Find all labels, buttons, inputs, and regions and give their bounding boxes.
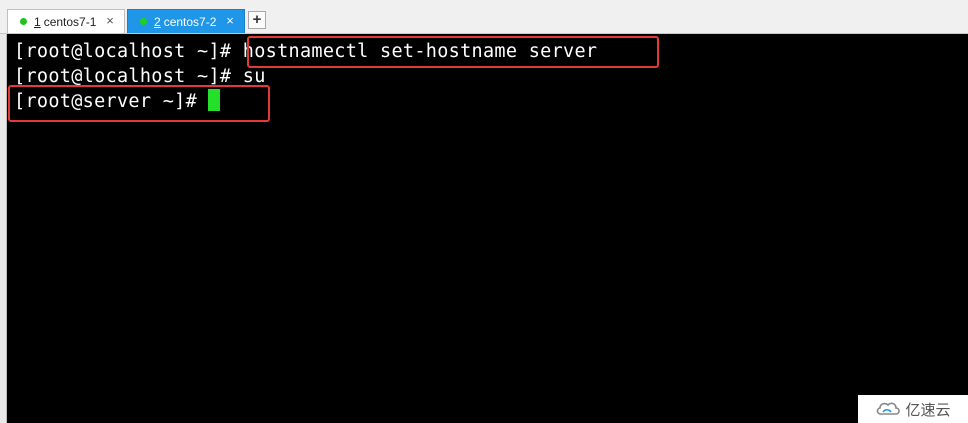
cloud-logo-icon xyxy=(877,402,901,415)
watermark-text: 亿速云 xyxy=(905,400,951,419)
tab-label: centos7-2 xyxy=(163,14,217,29)
shell-prompt: [root@localhost ~]# xyxy=(14,41,232,62)
terminal-app-window: 1 centos7-1 × 2 centos7-2 × + [root@loca… xyxy=(0,0,968,423)
new-tab-button[interactable]: + xyxy=(248,11,266,29)
shell-command: hostnamectl set-hostname server xyxy=(231,41,598,62)
watermark: 亿速云 xyxy=(858,395,968,423)
close-tab-icon[interactable]: × xyxy=(223,14,237,28)
close-tab-icon[interactable]: × xyxy=(103,14,117,28)
terminal-line: [root@server ~]# xyxy=(14,89,221,114)
shell-prompt: [root@localhost ~]# xyxy=(14,66,232,87)
terminal-line: [root@localhost ~]# hostnamectl set-host… xyxy=(14,39,597,64)
tab-centos7-1[interactable]: 1 centos7-1 × xyxy=(7,9,125,33)
left-gutter xyxy=(0,34,7,423)
tab-number: 1 xyxy=(34,14,41,29)
tab-label: centos7-1 xyxy=(43,14,97,29)
session-status-dot-icon xyxy=(140,18,147,25)
tab-number: 2 xyxy=(154,14,161,29)
shell-prompt: [root@server ~]# xyxy=(14,91,198,112)
tab-centos7-2[interactable]: 2 centos7-2 × xyxy=(127,9,245,33)
session-tab-bar: 1 centos7-1 × 2 centos7-2 × + xyxy=(0,0,968,34)
terminal-line: [root@localhost ~]# su xyxy=(14,64,266,89)
shell-command: su xyxy=(231,66,266,87)
text-cursor xyxy=(208,89,221,111)
session-status-dot-icon xyxy=(20,18,27,25)
terminal-output-area[interactable]: [root@localhost ~]# hostnamectl set-host… xyxy=(7,34,968,423)
